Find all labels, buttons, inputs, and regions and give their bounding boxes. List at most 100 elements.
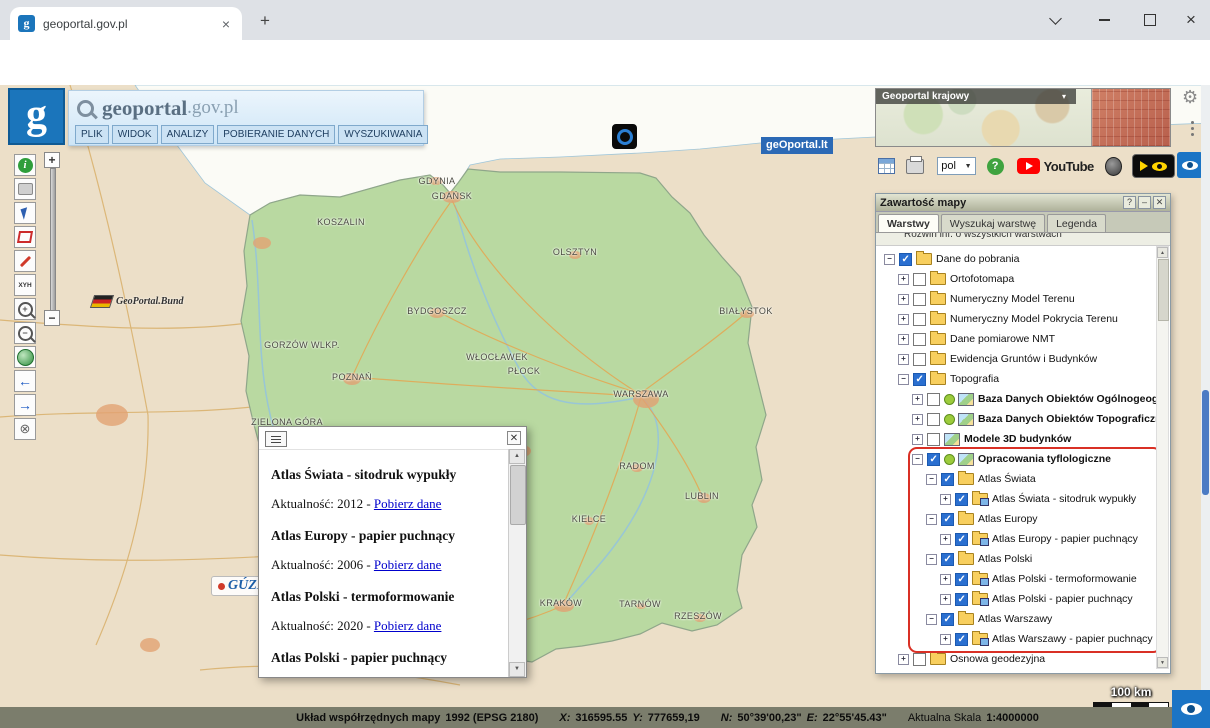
expander-icon[interactable]: −	[898, 374, 909, 385]
menu-analizy[interactable]: ANALIZY	[161, 125, 215, 144]
geoportal-lt-badge[interactable]: geOportal.lt	[761, 137, 833, 154]
expander-icon[interactable]: −	[926, 614, 937, 625]
layer-checkbox[interactable]	[927, 453, 940, 466]
zoom-slider[interactable]	[50, 168, 56, 312]
map-marker[interactable]	[612, 124, 637, 149]
expander-icon[interactable]: +	[940, 574, 951, 585]
scroll-down-icon[interactable]: ▼	[509, 662, 525, 677]
overview-title[interactable]: Geoportal krajowy	[876, 89, 1076, 104]
print-icon[interactable]	[906, 159, 924, 174]
popup-scrollbar-thumb[interactable]	[510, 465, 526, 525]
download-link[interactable]: Pobierz dane	[374, 557, 442, 572]
expander-icon[interactable]: −	[912, 454, 923, 465]
previous-view-tool[interactable]: ←	[14, 370, 36, 392]
scroll-down-icon[interactable]: ▼	[1157, 657, 1168, 668]
panel-minimize-icon[interactable]: ‒	[1138, 196, 1151, 209]
scroll-up-icon[interactable]: ▲	[509, 449, 525, 464]
layer-checkbox[interactable]	[941, 473, 954, 486]
identify-tool[interactable]: i	[14, 154, 36, 176]
layer-label[interactable]: Baza Danych Obiektów Topograficzn	[978, 413, 1162, 425]
layer-label[interactable]: Dane do pobrania	[936, 253, 1019, 265]
expander-icon[interactable]: +	[898, 334, 909, 345]
expander-icon[interactable]: +	[912, 414, 923, 425]
tab-close-icon[interactable]: ×	[218, 16, 234, 32]
geoportal-logo[interactable]: g	[8, 88, 65, 145]
page-scrollbar-thumb[interactable]	[1202, 390, 1209, 495]
clear-selection-tool[interactable]	[14, 178, 36, 200]
zoom-in-tool[interactable]: +	[14, 298, 36, 320]
expand-all-button[interactable]: Rozwiń inf. o wszystkich warstwach	[876, 233, 1170, 246]
layer-checkbox[interactable]	[913, 293, 926, 306]
layer-label[interactable]: Numeryczny Model Terenu	[950, 293, 1075, 305]
layer-label[interactable]: Atlas Europy - papier puchnący	[992, 533, 1138, 545]
layer-checkbox[interactable]	[927, 433, 940, 446]
layer-label[interactable]: Topografia	[950, 373, 999, 385]
accessibility-button[interactable]	[1132, 154, 1175, 178]
layer-checkbox[interactable]	[927, 393, 940, 406]
panel-header[interactable]: Zawartość mapy ? ‒ ✕	[876, 194, 1170, 212]
expander-icon[interactable]: +	[940, 494, 951, 505]
contrast-eye-button[interactable]	[1177, 152, 1203, 178]
expander-icon[interactable]: +	[898, 354, 909, 365]
window-close-button[interactable]: ×	[1178, 8, 1204, 32]
popup-list-icon[interactable]	[265, 431, 287, 447]
expander-icon[interactable]: −	[926, 514, 937, 525]
layer-label[interactable]: Atlas Świata - sitodruk wypukły	[992, 493, 1136, 505]
window-chevron-icon[interactable]	[1049, 12, 1062, 25]
tree-scrollbar-thumb[interactable]	[1158, 259, 1169, 321]
layer-checkbox[interactable]	[941, 513, 954, 526]
fullscreen-eye-button[interactable]	[1172, 690, 1210, 728]
youtube-link[interactable]: YouTube	[1017, 158, 1094, 174]
download-link[interactable]: Pobierz dane	[374, 618, 442, 633]
overview-map[interactable]: Geoportal krajowy ▾	[875, 88, 1171, 147]
help-icon[interactable]: ?	[987, 158, 1004, 175]
page-scrollbar[interactable]	[1201, 85, 1210, 728]
layer-label[interactable]: Numeryczny Model Pokrycia Terenu	[950, 313, 1118, 325]
layer-label[interactable]: Atlas Świata	[978, 473, 1036, 485]
layer-checkbox[interactable]	[941, 553, 954, 566]
layer-label[interactable]: Ewidencja Gruntów i Budynków	[950, 353, 1097, 365]
expander-icon[interactable]: +	[912, 394, 923, 405]
expander-icon[interactable]: +	[898, 294, 909, 305]
tab-wyszukaj-warstwe[interactable]: Wyszukaj warstwę	[941, 214, 1045, 232]
menu-wyszukiwania[interactable]: WYSZUKIWANIA	[338, 125, 428, 144]
layer-label[interactable]: Baza Danych Obiektów Ogólnogeogr	[978, 393, 1162, 405]
language-select[interactable]: pol ▼	[937, 157, 975, 175]
window-minimize-button[interactable]	[1099, 19, 1110, 21]
coordinates-tool[interactable]: XYH	[14, 274, 36, 296]
layer-checkbox[interactable]	[955, 573, 968, 586]
settings-gear-icon[interactable]: ⚙	[1182, 87, 1198, 108]
expander-icon[interactable]: −	[926, 474, 937, 485]
overview-caret-icon[interactable]: ▾	[1062, 89, 1066, 104]
web-globe-icon[interactable]	[1105, 157, 1122, 176]
layer-label[interactable]: Atlas Polski - termoformowanie	[992, 573, 1137, 585]
tab-warstwy[interactable]: Warstwy	[878, 214, 939, 232]
popup-scrollbar[interactable]: ▲ ▼	[508, 449, 526, 677]
layer-checkbox[interactable]	[941, 613, 954, 626]
full-extent-tool[interactable]	[14, 346, 36, 368]
menu-plik[interactable]: PLIK	[75, 125, 109, 144]
layer-checkbox[interactable]	[955, 593, 968, 606]
table-view-icon[interactable]	[878, 158, 895, 174]
expander-icon[interactable]: −	[926, 554, 937, 565]
tree-scrollbar[interactable]: ▲ ▼	[1156, 246, 1169, 669]
expander-icon[interactable]: +	[912, 434, 923, 445]
popup-close-icon[interactable]: ✕	[507, 431, 521, 445]
layer-checkbox[interactable]	[955, 633, 968, 646]
overview-minimap[interactable]	[1091, 89, 1170, 146]
expander-icon[interactable]: +	[940, 534, 951, 545]
layer-label[interactable]: Osnowa geodezyjna	[950, 653, 1045, 665]
zoom-out-button[interactable]: −	[44, 310, 60, 326]
layer-label[interactable]: Atlas Polski	[978, 553, 1032, 565]
expander-icon[interactable]: +	[898, 274, 909, 285]
layer-checkbox[interactable]	[927, 413, 940, 426]
next-view-tool[interactable]: →	[14, 394, 36, 416]
panel-close-icon[interactable]: ✕	[1153, 196, 1166, 209]
layer-checkbox[interactable]	[955, 533, 968, 546]
layer-label[interactable]: Atlas Warszawy - papier puchnący	[992, 633, 1153, 645]
geoportal-bund-badge[interactable]: GeoPortal.Bund	[92, 295, 184, 308]
scroll-up-icon[interactable]: ▲	[1157, 247, 1168, 258]
more-options-icon[interactable]	[1191, 118, 1194, 139]
layer-checkbox[interactable]	[913, 653, 926, 666]
panel-help-icon[interactable]: ?	[1123, 196, 1136, 209]
